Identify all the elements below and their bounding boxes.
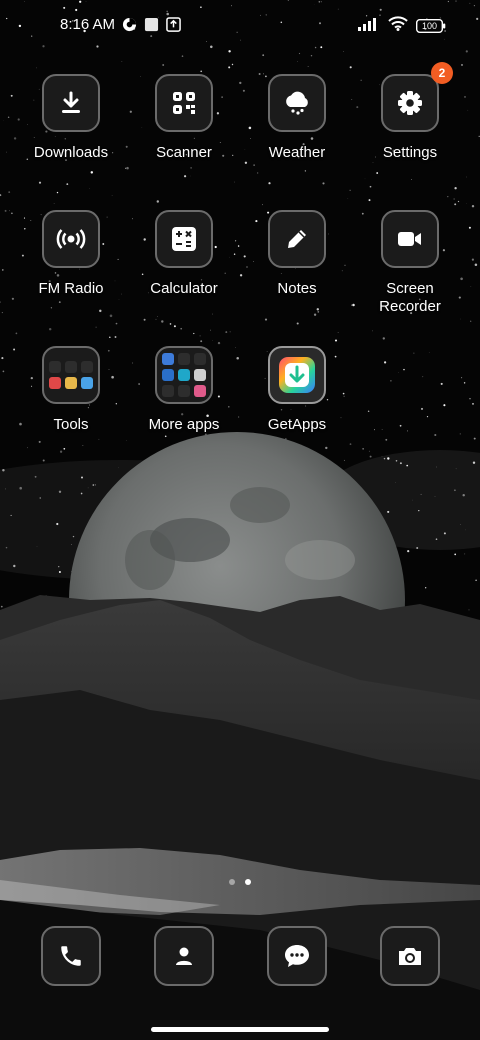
qr-scanner-icon[interactable] [155, 74, 213, 132]
app-label: Tools [53, 416, 89, 433]
app-label: FM Radio [38, 280, 104, 297]
dock [0, 926, 480, 988]
folder-app-icon [178, 385, 190, 397]
app-label: Weather [268, 144, 326, 161]
folder-app-icon [162, 369, 174, 381]
folder-app-icon [65, 377, 77, 389]
app-getapps[interactable]: GetApps [241, 346, 353, 434]
folder-app-icon [162, 353, 174, 365]
page-indicator [0, 879, 480, 885]
folder-more-apps[interactable]: More apps [128, 346, 240, 434]
status-bar: 8:16 AM 100 [0, 0, 480, 56]
download-notification-icon [165, 17, 181, 33]
gear-icon[interactable]: 2 [381, 62, 453, 132]
notification-square-icon [143, 17, 159, 33]
status-right: 100 [358, 16, 446, 36]
dock-messages[interactable] [241, 926, 353, 986]
dock-camera[interactable] [354, 926, 466, 986]
folder-app-icon [81, 377, 93, 389]
page-dot-active[interactable] [245, 879, 251, 885]
messages-icon[interactable] [267, 926, 327, 986]
pencil-icon[interactable] [268, 210, 326, 268]
app-screen-recorder[interactable]: Screen Recorder [354, 210, 466, 316]
download-icon[interactable] [42, 74, 100, 132]
folder-app-icon [65, 361, 77, 373]
app-calculator[interactable]: Calculator [128, 210, 240, 298]
app-label: Calculator [150, 280, 218, 297]
app-scanner[interactable]: Scanner [128, 74, 240, 162]
page-dot[interactable] [229, 879, 235, 885]
folder-app-icon [194, 353, 206, 365]
folder-app-icon [178, 353, 190, 365]
app-label: More apps [148, 416, 220, 433]
folder-icon[interactable] [42, 346, 100, 404]
app-fm-radio[interactable]: FM Radio [15, 210, 127, 298]
folder-app-icon [178, 369, 190, 381]
wifi-icon [388, 16, 408, 36]
phone-icon[interactable] [41, 926, 101, 986]
signal-icon [358, 17, 380, 36]
folder-app-icon [49, 377, 61, 389]
folder-app-icon [49, 361, 61, 373]
folder-icon[interactable] [155, 346, 213, 404]
calculator-icon[interactable] [155, 210, 213, 268]
contacts-icon[interactable] [154, 926, 214, 986]
app-downloads[interactable]: Downloads [15, 74, 127, 162]
weather-cloud-icon[interactable] [268, 74, 326, 132]
app-label: Scanner [156, 144, 212, 161]
app-label: Downloads [33, 144, 109, 161]
app-label: Notes [277, 280, 317, 297]
app-label: Screen Recorder [379, 280, 441, 315]
gesture-navigation-bar[interactable] [151, 1027, 329, 1032]
app-settings[interactable]: 2 Settings [354, 62, 466, 162]
folder-app-icon [81, 361, 93, 373]
app-weather[interactable]: Weather [241, 74, 353, 162]
status-left: 8:16 AM [60, 16, 181, 33]
data-saver-icon [121, 17, 137, 33]
folder-tools[interactable]: Tools [15, 346, 127, 434]
dock-contacts[interactable] [128, 926, 240, 986]
battery-level: 100 [421, 21, 438, 31]
app-notes[interactable]: Notes [241, 210, 353, 298]
radio-icon[interactable] [42, 210, 100, 268]
folder-app-icon [194, 385, 206, 397]
app-label: GetApps [267, 416, 327, 433]
status-time: 8:16 AM [60, 16, 116, 33]
getapps-icon[interactable] [268, 346, 326, 404]
folder-app-icon [194, 369, 206, 381]
app-label: Settings [382, 144, 438, 161]
settings-badge: 2 [431, 62, 453, 84]
battery-icon: 100 [416, 19, 446, 33]
video-camera-icon[interactable] [381, 210, 439, 268]
dock-phone[interactable] [15, 926, 127, 986]
folder-app-icon [162, 385, 174, 397]
camera-icon[interactable] [380, 926, 440, 986]
